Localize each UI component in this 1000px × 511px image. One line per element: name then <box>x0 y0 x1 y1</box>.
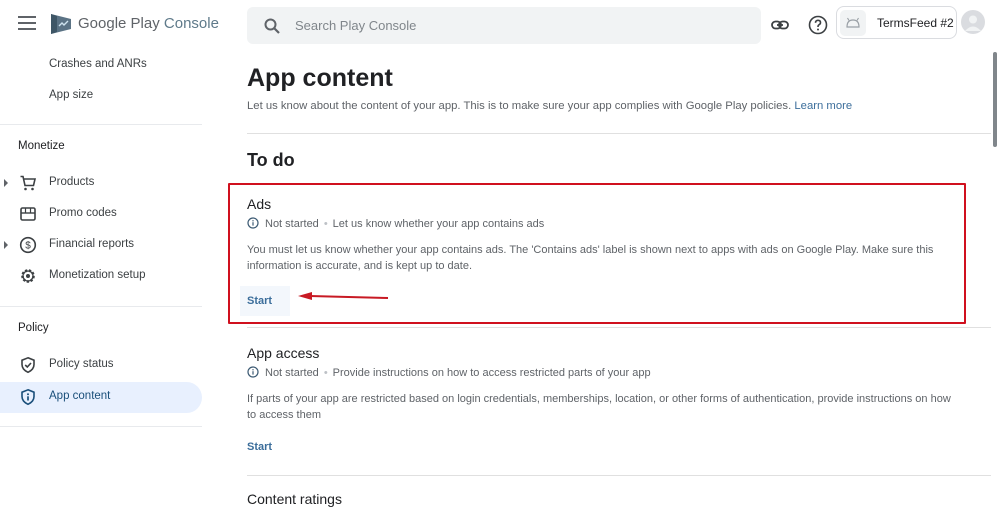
separator-dot: • <box>323 367 328 379</box>
search-input[interactable] <box>295 7 735 44</box>
brand-suffix: Console <box>163 15 219 32</box>
start-button[interactable]: Start <box>240 433 290 461</box>
cart-icon <box>20 175 37 191</box>
sidebar-item-policy-status[interactable]: Policy status <box>0 350 202 381</box>
task-card-content-ratings: Content ratings <box>247 491 991 511</box>
sidebar-item-app-size[interactable]: App size <box>0 81 202 112</box>
search-bar[interactable] <box>247 7 761 44</box>
account-icon[interactable] <box>961 10 985 34</box>
page-subtitle-text: Let us know about the content of your ap… <box>247 100 792 112</box>
expand-caret-icon[interactable] <box>4 241 8 249</box>
card-status: Not started • Provide instructions on how … <box>247 366 651 379</box>
sidebar-item-label: App size <box>49 89 94 101</box>
sidebar-item-label: Monetization setup <box>49 269 146 281</box>
sidebar-divider <box>0 306 202 307</box>
menu-icon[interactable] <box>18 16 36 30</box>
sidebar-item-label: Financial reports <box>49 238 135 250</box>
store-icon <box>20 207 36 221</box>
app-name: TermsFeed #2 <box>877 16 954 30</box>
search-icon <box>264 18 280 34</box>
info-icon <box>247 366 259 378</box>
app-thumbnail <box>840 10 866 36</box>
divider <box>247 327 991 328</box>
brand-main: Google Play <box>78 15 160 32</box>
card-title: App access <box>247 345 320 361</box>
divider <box>247 475 991 476</box>
app-selector[interactable]: TermsFeed #2 <box>836 6 957 39</box>
sidebar-item-products[interactable]: Products <box>0 168 202 199</box>
divider <box>247 133 991 134</box>
card-title: Content ratings <box>247 491 342 507</box>
sidebar-section-policy: Policy <box>18 322 49 334</box>
sidebar-divider <box>0 124 202 125</box>
sidebar-divider <box>0 426 202 427</box>
sidebar-section-monetize: Monetize <box>18 140 65 152</box>
highlight-box <box>228 183 966 324</box>
expand-caret-icon[interactable] <box>4 179 8 187</box>
link-icon[interactable] <box>769 14 791 36</box>
svg-text:$: $ <box>25 241 31 252</box>
top-bar: Google Play Console TermsFeed #2 <box>0 0 1000 50</box>
section-title-to-do: To do <box>247 150 295 170</box>
sidebar-item-monetization-setup[interactable]: Monetization setup <box>0 261 202 292</box>
sidebar: Crashes and ANRs App size Monetize Produ… <box>0 50 210 502</box>
brand-title: Google Play Console <box>78 15 219 32</box>
task-card-app-access: App access Not started • Provide instructi… <box>247 345 991 465</box>
shield-check-icon <box>21 356 35 374</box>
status-label: Not started <box>265 367 319 379</box>
sidebar-item-label: App content <box>49 390 111 402</box>
help-icon[interactable] <box>807 14 829 36</box>
scrollbar[interactable] <box>993 52 997 147</box>
sidebar-item-label: Crashes and ANRs <box>49 58 147 70</box>
gear-icon <box>21 269 35 283</box>
page-subtitle: Let us know about the content of your ap… <box>247 100 852 112</box>
sidebar-item-label: Policy status <box>49 358 114 370</box>
sidebar-item-crashes-and-anrs[interactable]: Crashes and ANRs <box>0 50 202 81</box>
arrow-annotation-icon <box>298 292 389 300</box>
sidebar-item-label: Products <box>49 176 95 188</box>
sidebar-item-promo-codes[interactable]: Promo codes <box>0 199 202 230</box>
page-title: App content <box>247 64 393 92</box>
status-summary: Provide instructions on how to access re… <box>332 367 651 379</box>
sidebar-item-app-content[interactable]: App content <box>0 382 202 413</box>
android-icon <box>846 17 860 28</box>
card-description: If parts of your app are restricted base… <box>247 393 951 421</box>
learn-more-link[interactable]: Learn more <box>794 100 852 112</box>
play-console-logo <box>51 14 71 34</box>
shield-info-icon <box>21 388 35 406</box>
sidebar-item-label: Promo codes <box>49 207 117 219</box>
dollar-icon: $ <box>19 236 37 254</box>
sidebar-item-financial-reports[interactable]: $ Financial reports <box>0 230 202 261</box>
